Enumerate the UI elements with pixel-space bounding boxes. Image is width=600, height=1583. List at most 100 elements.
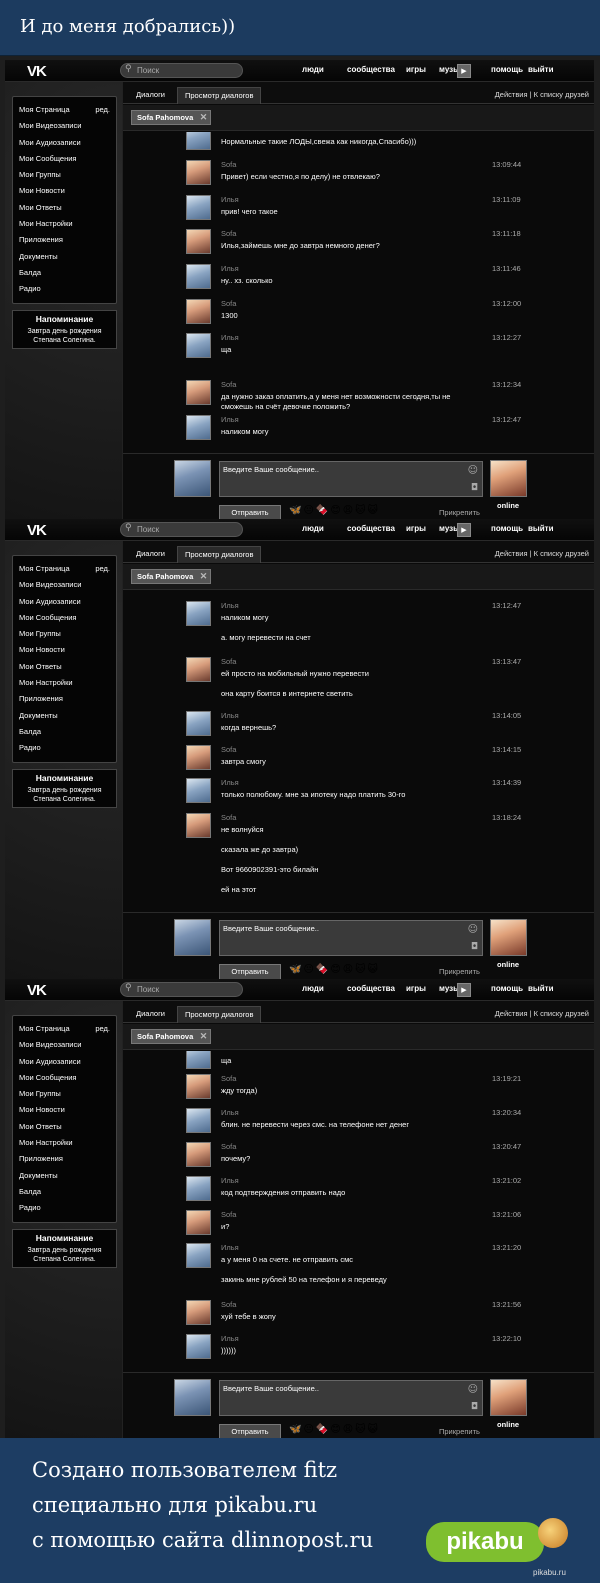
message-avatar[interactable] <box>186 1142 211 1167</box>
sidebar-item[interactable]: Мои Настройки <box>19 1135 110 1151</box>
message-author[interactable]: Sofa <box>221 1210 236 1219</box>
message-avatar[interactable] <box>186 160 211 185</box>
message-avatar[interactable] <box>186 333 211 358</box>
message-author[interactable]: Sofa <box>221 1074 236 1083</box>
camera-icon[interactable]: ◘ <box>471 1402 478 1412</box>
sidebar-item[interactable]: Мои Сообщения <box>19 151 110 167</box>
message-author[interactable]: Sofa <box>221 229 236 238</box>
sidebar-item[interactable]: Мои Сообщения <box>19 610 110 626</box>
message-avatar[interactable] <box>186 1300 211 1325</box>
message-avatar[interactable] <box>186 1210 211 1235</box>
play-icon[interactable]: ▶ <box>457 64 471 78</box>
sidebar-item[interactable]: Балда <box>19 1184 110 1200</box>
sidebar-item[interactable]: Мои Видеозаписи <box>19 577 110 593</box>
edit-link[interactable]: ред. <box>95 561 110 577</box>
peer-avatar[interactable] <box>490 919 527 956</box>
message-avatar[interactable] <box>186 380 211 405</box>
sidebar-item[interactable]: Мои Ответы <box>19 659 110 675</box>
close-icon[interactable]: ✕ <box>200 111 208 124</box>
close-icon[interactable]: ✕ <box>200 570 208 583</box>
message-author[interactable]: Sofa <box>221 380 236 389</box>
tab-view-dialogs[interactable]: Просмотр диалогов <box>177 87 262 104</box>
message-author[interactable]: Илья <box>221 415 239 424</box>
tab-view-dialogs[interactable]: Просмотр диалогов <box>177 546 262 563</box>
message-avatar[interactable] <box>186 778 211 803</box>
message-author[interactable]: Sofa <box>221 1300 236 1309</box>
message-avatar[interactable] <box>186 229 211 254</box>
attach-button[interactable]: Прикрепить <box>439 508 480 517</box>
nav-link[interactable]: игры <box>406 984 426 993</box>
nav-link[interactable]: люди <box>302 524 324 533</box>
peer-avatar[interactable] <box>490 460 527 497</box>
message-author[interactable]: Илья <box>221 1108 239 1117</box>
message-avatar[interactable] <box>186 299 211 324</box>
message-avatar[interactable] <box>186 745 211 770</box>
nav-link[interactable]: игры <box>406 524 426 533</box>
message-avatar[interactable] <box>186 1176 211 1201</box>
edit-link[interactable]: ред. <box>95 102 110 118</box>
sidebar-item[interactable]: Мои Ответы <box>19 200 110 216</box>
sidebar-item[interactable]: Моя Страница ред. <box>19 102 110 118</box>
smile-icon[interactable]: ☺ <box>468 924 478 935</box>
nav-link[interactable]: помощь <box>491 984 523 993</box>
message-author[interactable]: Илья <box>221 778 239 787</box>
message-avatar[interactable] <box>186 711 211 736</box>
peer-chip[interactable]: Sofa Pahomova ✕ <box>131 1029 212 1044</box>
sidebar-item[interactable]: Мои Видеозаписи <box>19 118 110 134</box>
sidebar-item[interactable]: Мои Группы <box>19 167 110 183</box>
message-input[interactable]: Введите Ваше сообщение.. ☺ ◘ <box>219 920 483 956</box>
nav-link[interactable]: выйти <box>528 65 554 74</box>
sidebar-item[interactable]: Приложения <box>19 1151 110 1167</box>
tab-dialogs[interactable]: Диалоги <box>129 546 172 563</box>
actions-links[interactable]: Действия | К списку друзей <box>495 90 589 99</box>
vk-logo[interactable]: VK <box>27 63 47 80</box>
nav-link[interactable]: помощь <box>491 524 523 533</box>
sidebar-item[interactable]: Приложения <box>19 691 110 707</box>
sidebar-item[interactable]: Балда <box>19 265 110 281</box>
message-avatar[interactable] <box>186 813 211 838</box>
play-icon[interactable]: ▶ <box>457 983 471 997</box>
message-avatar[interactable] <box>186 264 211 289</box>
message-avatar[interactable] <box>186 1334 211 1359</box>
message-author[interactable]: Sofa <box>221 745 236 754</box>
message-author[interactable]: Илья <box>221 264 239 273</box>
search-input[interactable]: ⚲ Поиск <box>120 982 243 997</box>
message-avatar[interactable] <box>186 132 211 150</box>
sidebar-item[interactable]: Мои Аудиозаписи <box>19 1054 110 1070</box>
message-author[interactable]: Илья <box>221 711 239 720</box>
tab-dialogs[interactable]: Диалоги <box>129 87 172 104</box>
search-input[interactable]: ⚲ Поиск <box>120 63 243 78</box>
message-author[interactable]: Sofa <box>221 160 236 169</box>
attach-button[interactable]: Прикрепить <box>439 967 480 976</box>
nav-link[interactable]: люди <box>302 984 324 993</box>
sidebar-item[interactable]: Документы <box>19 249 110 265</box>
emoji-bar[interactable]: 🦋😐🍫😊😩🐱😺 <box>289 1424 380 1435</box>
sidebar-item[interactable]: Мои Новости <box>19 642 110 658</box>
peer-avatar[interactable] <box>490 1379 527 1416</box>
send-button[interactable]: Отправить <box>219 964 281 979</box>
my-avatar[interactable] <box>174 919 211 956</box>
message-author[interactable]: Илья <box>221 333 239 342</box>
smile-icon[interactable]: ☺ <box>468 465 478 476</box>
message-input[interactable]: Введите Ваше сообщение.. ☺ ◘ <box>219 1380 483 1416</box>
sidebar-item[interactable]: Моя Страница ред. <box>19 561 110 577</box>
sidebar-item[interactable]: Приложения <box>19 232 110 248</box>
attach-button[interactable]: Прикрепить <box>439 1427 480 1436</box>
message-author[interactable]: Sofa <box>221 657 236 666</box>
actions-links[interactable]: Действия | К списку друзей <box>495 1009 589 1018</box>
smile-icon[interactable]: ☺ <box>468 1384 478 1395</box>
sidebar-item[interactable]: Мои Группы <box>19 1086 110 1102</box>
message-author[interactable]: Sofa <box>221 1142 236 1151</box>
message-author[interactable]: Sofa <box>221 299 236 308</box>
message-avatar[interactable] <box>186 1051 211 1069</box>
emoji-bar[interactable]: 🦋😐🍫😊😩🐱😺 <box>289 505 380 516</box>
sidebar-item[interactable]: Мои Группы <box>19 626 110 642</box>
message-avatar[interactable] <box>186 1074 211 1099</box>
play-icon[interactable]: ▶ <box>457 523 471 537</box>
sidebar-item[interactable]: Радио <box>19 281 110 297</box>
message-author[interactable]: Sofa <box>221 813 236 822</box>
reminder-text[interactable]: Завтра день рождения Степана Солегина. <box>15 1246 114 1264</box>
message-avatar[interactable] <box>186 657 211 682</box>
message-avatar[interactable] <box>186 601 211 626</box>
nav-link[interactable]: сообщества <box>347 984 395 993</box>
